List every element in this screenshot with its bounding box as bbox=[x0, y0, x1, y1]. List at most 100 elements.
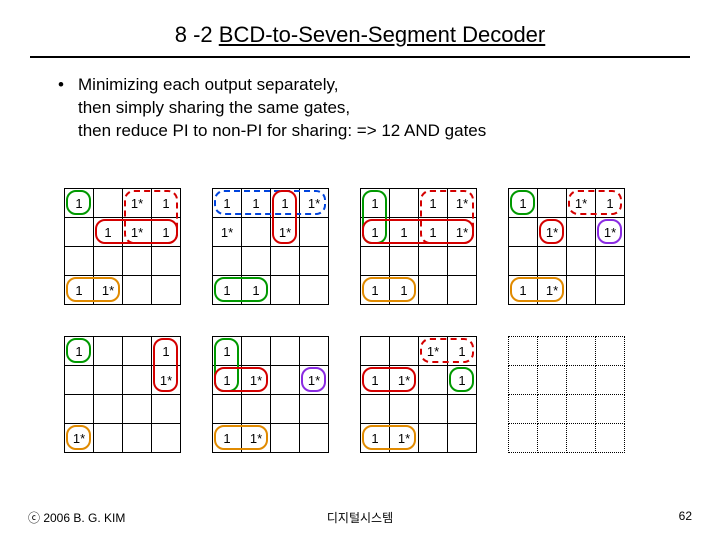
kmap-cell bbox=[567, 218, 596, 247]
kmap-cell bbox=[567, 276, 596, 305]
kmap-cell: 1 bbox=[448, 337, 477, 366]
kmap-grid: 11*111*111*1111*1*1*11111*1111*1111*11*1… bbox=[64, 188, 664, 468]
kmap-f: 111*1*11* bbox=[212, 336, 329, 453]
bullet-line-1: •Minimizing each output separately, bbox=[58, 74, 720, 97]
kmap-cell bbox=[448, 247, 477, 276]
kmap-cell bbox=[538, 395, 567, 424]
kmap-cell bbox=[152, 395, 181, 424]
kmap-cell bbox=[509, 337, 538, 366]
kmap-cell: 1 bbox=[242, 276, 271, 305]
kmap-cell: 1* bbox=[271, 218, 300, 247]
kmap-cell bbox=[300, 276, 329, 305]
kmap-cell bbox=[448, 276, 477, 305]
kmap-cell: 1* bbox=[123, 218, 152, 247]
kmap-cell: 1 bbox=[65, 276, 94, 305]
kmap-cell bbox=[242, 218, 271, 247]
kmap-cell bbox=[390, 189, 419, 218]
kmap-cell: 1* bbox=[390, 424, 419, 453]
kmap-cell: 1 bbox=[361, 276, 390, 305]
kmap-cell: 1 bbox=[509, 189, 538, 218]
kmap-cell bbox=[123, 424, 152, 453]
kmap-cell bbox=[596, 337, 625, 366]
kmap-cell: 1 bbox=[361, 366, 390, 395]
kmap-cell: 1 bbox=[242, 189, 271, 218]
kmap-cell bbox=[538, 337, 567, 366]
kmap-cell: 1 bbox=[419, 189, 448, 218]
kmap-cell: 1* bbox=[94, 276, 123, 305]
kmap-cell: 1 bbox=[213, 189, 242, 218]
kmap-cell bbox=[361, 395, 390, 424]
kmap-cell: 1* bbox=[596, 218, 625, 247]
kmap-cell: 1 bbox=[509, 276, 538, 305]
kmap-cell bbox=[567, 247, 596, 276]
kmap-c: 111*1111*11 bbox=[360, 188, 477, 305]
kmap-cell: 1 bbox=[390, 218, 419, 247]
kmap-cell bbox=[300, 337, 329, 366]
kmap-cell: 1 bbox=[213, 337, 242, 366]
kmap-cell bbox=[300, 424, 329, 453]
kmap-cell bbox=[509, 366, 538, 395]
kmap-cell: 1* bbox=[567, 189, 596, 218]
kmap-b: 1111*1*1*11 bbox=[212, 188, 329, 305]
kmap-a: 11*111*111* bbox=[64, 188, 181, 305]
bullet-line-2: then simply sharing the same gates, bbox=[58, 97, 720, 120]
kmap-cell: 1 bbox=[65, 337, 94, 366]
kmap-cell bbox=[567, 366, 596, 395]
kmap-cell: 1 bbox=[361, 424, 390, 453]
kmap-cell bbox=[152, 276, 181, 305]
kmap-cell: 1 bbox=[596, 189, 625, 218]
kmap-cell: 1 bbox=[94, 218, 123, 247]
kmap-cell bbox=[448, 395, 477, 424]
kmap-cell: 1* bbox=[419, 337, 448, 366]
kmap-cell: 1 bbox=[152, 337, 181, 366]
kmap-cell bbox=[538, 366, 567, 395]
kmap-cell bbox=[300, 395, 329, 424]
kmap-cell bbox=[390, 337, 419, 366]
kmap-cell bbox=[94, 247, 123, 276]
kmap-cell bbox=[271, 247, 300, 276]
kmap-cell: 1* bbox=[242, 424, 271, 453]
kmap-cell bbox=[242, 337, 271, 366]
kmap-cell bbox=[300, 247, 329, 276]
kmap-cell bbox=[361, 247, 390, 276]
kmap-cell: 1* bbox=[390, 366, 419, 395]
kmap-cell bbox=[596, 276, 625, 305]
kmap-cell bbox=[509, 218, 538, 247]
kmap-cell: 1* bbox=[300, 189, 329, 218]
kmap-cell bbox=[94, 366, 123, 395]
kmap-cell bbox=[596, 395, 625, 424]
kmap-cell: 1* bbox=[448, 189, 477, 218]
kmap-cell bbox=[419, 424, 448, 453]
kmap-cell: 1 bbox=[390, 276, 419, 305]
kmap-cell: 1 bbox=[213, 276, 242, 305]
kmap-cell bbox=[94, 189, 123, 218]
kmap-placeholder bbox=[508, 336, 625, 453]
kmap-cell: 1 bbox=[213, 366, 242, 395]
kmap-cell bbox=[538, 247, 567, 276]
kmap-cell: 1* bbox=[538, 276, 567, 305]
kmap-cell bbox=[509, 395, 538, 424]
kmap-cell bbox=[419, 247, 448, 276]
footer-center: 디지털시스템 bbox=[28, 509, 692, 526]
kmap-cell bbox=[271, 424, 300, 453]
kmap-cell bbox=[94, 395, 123, 424]
kmap-cell: 1* bbox=[300, 366, 329, 395]
kmap-cell bbox=[123, 366, 152, 395]
kmap-cell: 1* bbox=[213, 218, 242, 247]
bullet-dot: • bbox=[58, 74, 78, 97]
kmap-cell bbox=[271, 276, 300, 305]
kmap-cell bbox=[242, 395, 271, 424]
kmap-cell bbox=[123, 276, 152, 305]
title-rule bbox=[30, 56, 690, 58]
kmap-e: 111*1* bbox=[64, 336, 181, 453]
kmap-cell: 1 bbox=[448, 366, 477, 395]
bullet-line-3: then reduce PI to non-PI for sharing: =>… bbox=[58, 120, 720, 143]
kmap-cell bbox=[65, 247, 94, 276]
kmap-cell: 1 bbox=[213, 424, 242, 453]
kmap-cell: 1* bbox=[152, 366, 181, 395]
title-plain: 8 -2 bbox=[175, 22, 219, 47]
kmap-cell bbox=[596, 247, 625, 276]
kmap-cell bbox=[567, 424, 596, 453]
kmap-cell: 1 bbox=[361, 189, 390, 218]
kmap-cell bbox=[123, 247, 152, 276]
